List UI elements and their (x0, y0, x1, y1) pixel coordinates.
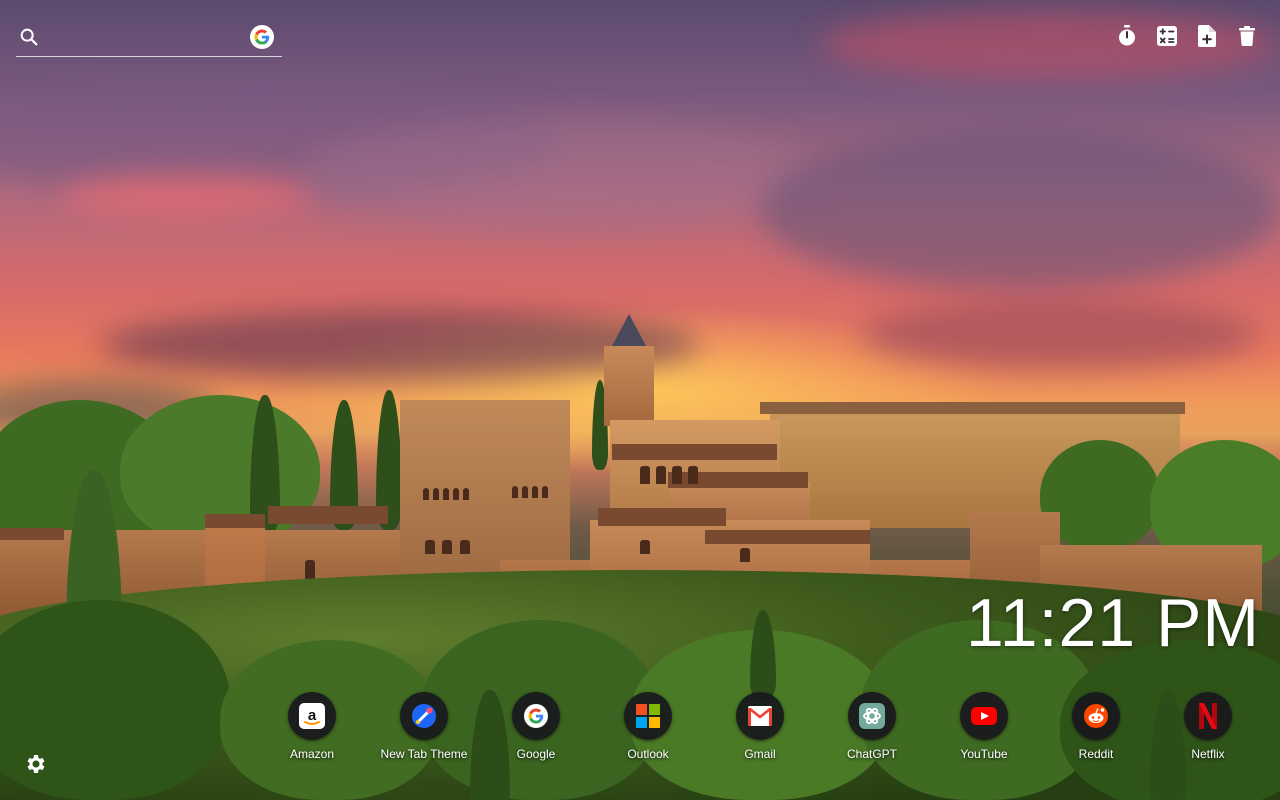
shortcut-youtube[interactable]: YouTube (928, 692, 1040, 772)
clock-time: 11:21 PM (965, 585, 1260, 661)
chatgpt-icon[interactable] (848, 692, 896, 740)
shortcut-label: Reddit (1078, 747, 1114, 761)
shortcut-label: Google (516, 747, 556, 761)
shortcut-label: New Tab Theme (380, 747, 468, 761)
shortcut-gmail[interactable]: Gmail (704, 692, 816, 772)
shortcut-outlook[interactable]: Outlook (592, 692, 704, 772)
shortcut-label: Gmail (744, 747, 776, 761)
search-icon[interactable] (18, 26, 40, 48)
shortcut-label: Netflix (1191, 747, 1225, 761)
search-bar[interactable] (16, 22, 282, 57)
google-icon[interactable] (512, 692, 560, 740)
toolbar (1116, 24, 1258, 48)
calculator-icon[interactable] (1156, 24, 1178, 48)
amazon-icon[interactable]: a (288, 692, 336, 740)
shortcut-amazon[interactable]: a Amazon (256, 692, 368, 772)
google-g-icon[interactable] (250, 25, 274, 49)
add-file-icon[interactable] (1196, 24, 1218, 48)
shortcut-new-tab-theme[interactable]: New Tab Theme (368, 692, 480, 772)
netflix-icon[interactable] (1184, 692, 1232, 740)
gmail-icon[interactable] (736, 692, 784, 740)
shortcut-label: ChatGPT (846, 747, 897, 761)
outlook-icon[interactable] (624, 692, 672, 740)
wallpaper-background (0, 0, 1280, 800)
search-input[interactable] (50, 26, 244, 52)
shortcut-label: Amazon (289, 747, 335, 761)
shortcut-label: Outlook (627, 747, 669, 761)
shortcut-dock: a Amazon New Tab Theme Google Outlook Gm… (256, 692, 1264, 772)
reddit-icon[interactable] (1072, 692, 1120, 740)
svg-text:a: a (308, 707, 317, 724)
gear-icon[interactable] (24, 752, 48, 776)
timer-icon[interactable] (1116, 24, 1138, 48)
youtube-icon[interactable] (960, 692, 1008, 740)
shortcut-reddit[interactable]: Reddit (1040, 692, 1152, 772)
shortcut-label: YouTube (960, 747, 1008, 761)
new-tab-theme-icon[interactable] (400, 692, 448, 740)
shortcut-google[interactable]: Google (480, 692, 592, 772)
trash-icon[interactable] (1236, 24, 1258, 48)
shortcut-chatgpt[interactable]: ChatGPT (816, 692, 928, 772)
shortcut-netflix[interactable]: Netflix (1152, 692, 1264, 772)
